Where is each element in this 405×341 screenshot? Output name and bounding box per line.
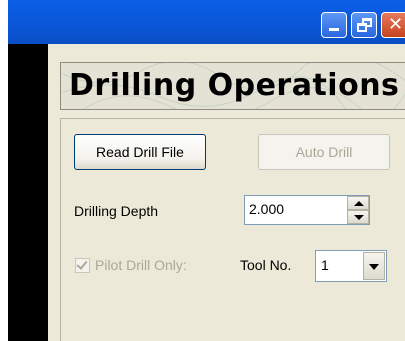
checkmark-icon — [76, 258, 88, 270]
minimize-icon — [329, 28, 339, 31]
drilling-depth-value[interactable]: 2.000 — [249, 201, 284, 217]
screen: ✕ Drilling Operations Read Drill File Au… — [0, 0, 405, 341]
close-icon: ✕ — [388, 14, 404, 35]
drilling-depth-label: Drilling Depth — [74, 203, 159, 219]
read-drill-file-button[interactable]: Read Drill File — [74, 134, 206, 170]
banner-title: Drilling Operations — [69, 68, 400, 103]
restore-icon-front — [357, 23, 367, 32]
title-bar[interactable]: ✕ — [8, 0, 405, 44]
spin-down-button[interactable] — [347, 210, 369, 224]
spinner-buttons — [347, 196, 369, 224]
pilot-drill-only-checkbox[interactable] — [75, 258, 90, 273]
pilot-drill-only-label: Pilot Drill Only: — [95, 257, 187, 273]
tool-number-value: 1 — [321, 257, 329, 273]
left-panel — [8, 44, 48, 341]
arrow-down-icon — [354, 215, 364, 220]
desktop-edge — [0, 0, 8, 341]
banner: Drilling Operations — [60, 62, 405, 110]
tool-number-select[interactable]: 1 — [315, 250, 387, 282]
spin-up-button[interactable] — [347, 196, 369, 210]
drilling-depth-spinner[interactable]: 2.000 — [244, 195, 370, 225]
arrow-up-icon — [354, 201, 364, 206]
chevron-down-icon — [369, 264, 379, 270]
dropdown-button[interactable] — [363, 252, 385, 280]
minimize-button[interactable] — [321, 12, 347, 38]
restore-button[interactable] — [351, 12, 377, 38]
tool-number-label: Tool No. — [240, 257, 292, 273]
close-button[interactable]: ✕ — [381, 12, 405, 38]
auto-drill-button[interactable]: Auto Drill — [258, 134, 390, 170]
